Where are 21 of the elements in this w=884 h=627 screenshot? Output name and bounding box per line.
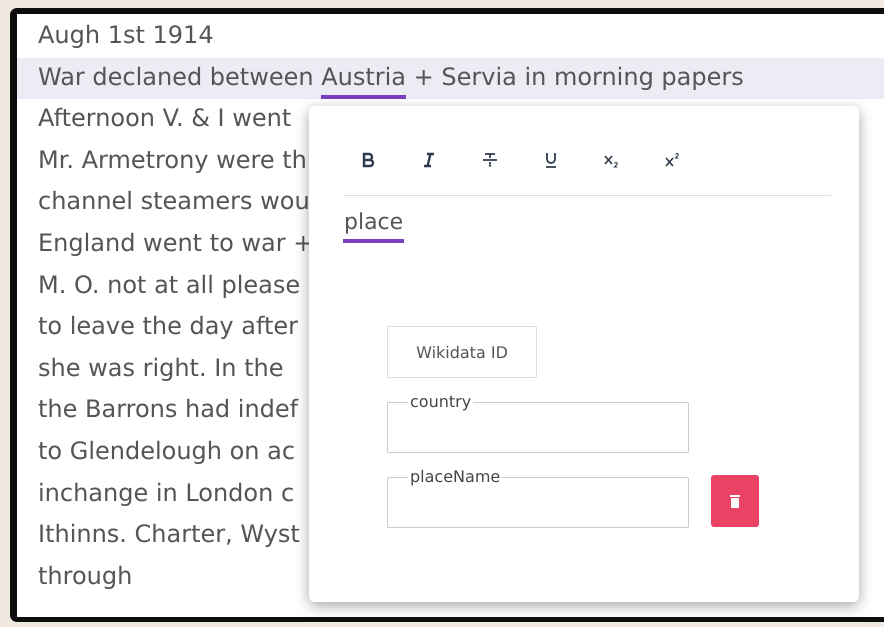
transcript-line: to leave the day after (38, 311, 298, 342)
strikethrough-icon (481, 151, 499, 169)
tagged-entity[interactable]: Austria (321, 58, 406, 99)
transcript-line: Afternoon V. & I went (38, 103, 292, 134)
entity-tab[interactable]: place (343, 210, 404, 243)
transcript-line: War declaned between Austria + Servia in morning papers (38, 58, 744, 99)
trash-icon (729, 494, 741, 508)
transcript-line: through (38, 560, 132, 592)
transcript-line: the Barrons had indef (38, 394, 298, 426)
transcript-line: Augh 1st 1914 (38, 20, 214, 51)
text-field[interactable]: placeName (387, 470, 689, 528)
transcript-line: Ithinns. Charter, Wyst (38, 519, 300, 550)
transcript-line: she was right. In the (38, 352, 284, 384)
transcript-line: channel steamers wou (38, 186, 310, 218)
transcript-line: to Glendelough on ac (38, 436, 296, 467)
delete-button[interactable] (711, 475, 759, 527)
transcript-line: M. O. not at all please (38, 270, 300, 301)
text-field[interactable]: country (387, 395, 689, 453)
wikidata-button[interactable]: Wikidata ID (387, 326, 537, 378)
transcript-line: inchange in London c (38, 478, 294, 509)
transcript-line: Mr. Armetrony were th (38, 144, 307, 176)
